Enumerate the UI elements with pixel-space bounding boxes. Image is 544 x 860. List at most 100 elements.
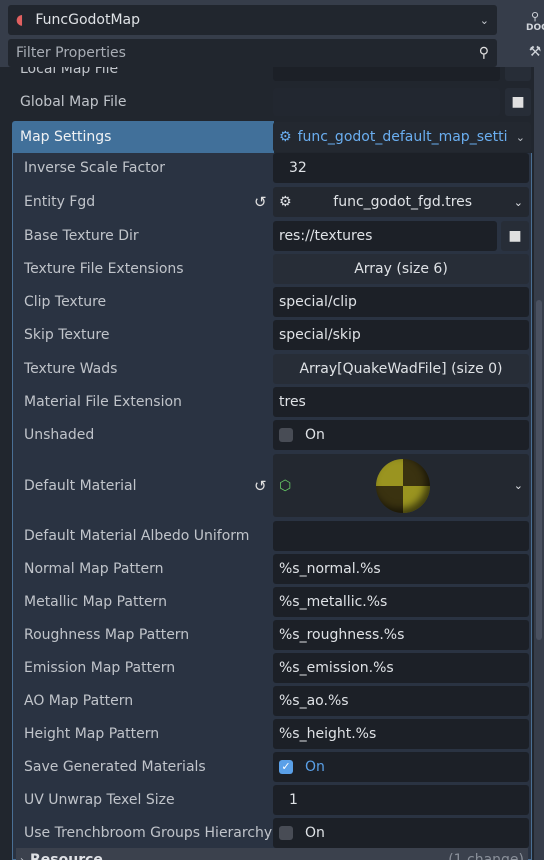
resource-section-header[interactable]: › Resource (1 change) — [16, 848, 528, 860]
chevron-down-icon[interactable]: ⌄ — [514, 196, 523, 209]
section-label: Resource — [30, 852, 103, 860]
array-button[interactable]: Array (size 6) — [273, 254, 529, 284]
value: %s_metallic.%s — [279, 594, 388, 610]
material-icon: ⬡ — [279, 477, 292, 494]
property-label: AO Map Pattern — [24, 693, 134, 709]
property-row: Texture File Extensions Array (size 6) — [0, 254, 530, 284]
array-button[interactable]: Array[QuakeWadFile] (size 0) — [273, 354, 529, 384]
property-row: Default Material ↺ ⬡ ⌄ — [0, 454, 530, 517]
text-field[interactable]: special/clip — [273, 287, 529, 317]
filter-input[interactable]: Filter Properties ⚲ — [8, 39, 497, 67]
folder-button[interactable]: ■ — [501, 221, 529, 251]
property-row: Base Texture Dir res://textures ■ — [0, 221, 530, 251]
property-label: Skip Texture — [24, 327, 110, 343]
material-picker[interactable]: ⬡ ⌄ — [273, 454, 529, 517]
doc-label: DOC — [526, 23, 544, 33]
property-label: Texture File Extensions — [24, 261, 184, 277]
revert-icon[interactable]: ↺ — [254, 477, 267, 495]
godot-resource-icon: ⚙ — [279, 194, 292, 210]
text-field[interactable]: %s_roughness.%s — [273, 620, 529, 650]
chevron-down-icon[interactable]: ⌄ — [480, 14, 489, 27]
property-label: Local Map File — [20, 67, 119, 77]
resource-name: func_godot_default_map_setti — [297, 129, 508, 145]
value: special/skip — [279, 327, 361, 343]
property-label: Save Generated Materials — [24, 759, 206, 775]
resource-picker[interactable]: ⚙ func_godot_default_map_setti ⌄ — [273, 122, 531, 152]
chevron-down-icon[interactable]: ⌄ — [514, 479, 523, 492]
revert-icon[interactable]: ↺ — [254, 193, 267, 211]
text-field[interactable] — [273, 521, 529, 551]
value: %s_height.%s — [279, 726, 377, 742]
value: Array[QuakeWadFile] (size 0) — [299, 361, 503, 377]
checkbox[interactable]: On — [273, 420, 529, 450]
path-field[interactable] — [273, 88, 500, 116]
property-label: Default Material Albedo Uniform — [24, 528, 250, 544]
property-label: Map Settings — [20, 129, 112, 145]
property-label: Default Material — [24, 477, 137, 494]
property-row: Metallic Map Pattern %s_metallic.%s — [0, 587, 530, 617]
property-label: Emission Map Pattern — [24, 660, 176, 676]
checkbox[interactable]: On — [273, 818, 529, 848]
property-row: Save Generated Materials ✓ On — [0, 752, 530, 782]
object-name: FuncGodotMap — [35, 12, 141, 28]
property-label: Use Trenchbroom Groups Hierarchy — [24, 825, 273, 841]
property-row: AO Map Pattern %s_ao.%s — [0, 686, 530, 716]
func-godot-map-icon: ◖ — [16, 12, 24, 28]
property-row: Height Map Pattern %s_height.%s — [0, 719, 530, 749]
property-row: Normal Map Pattern %s_normal.%s — [0, 554, 530, 584]
property-label: Clip Texture — [24, 294, 107, 310]
path-field[interactable]: res://textures — [273, 221, 497, 251]
property-label: Material File Extension — [24, 394, 182, 410]
path-field[interactable] — [273, 67, 500, 81]
value: %s_normal.%s — [279, 561, 381, 577]
property-label: Base Texture Dir — [24, 228, 139, 244]
value: On — [305, 759, 325, 775]
property-row: Texture Wads Array[QuakeWadFile] (size 0) — [0, 354, 530, 384]
resource-picker[interactable]: ⚙ func_godot_fgd.tres ⌄ — [273, 187, 529, 217]
tools-button[interactable]: ⚒ — [526, 44, 544, 60]
text-field[interactable]: tres — [273, 387, 529, 417]
property-label: Inverse Scale Factor — [24, 160, 165, 176]
property-label: Texture Wads — [24, 361, 118, 377]
property-row: Entity Fgd ↺ ⚙ func_godot_fgd.tres ⌄ — [0, 187, 530, 217]
text-field[interactable]: %s_height.%s — [273, 719, 529, 749]
chevron-right-icon: › — [20, 854, 24, 860]
property-label: Roughness Map Pattern — [24, 627, 190, 643]
inspector-list: Local Map File Global Map File ■ Map Set… — [0, 67, 534, 860]
value: On — [305, 427, 325, 443]
chevron-down-icon[interactable]: ⌄ — [516, 131, 525, 144]
property-global-map-file: Global Map File ■ — [0, 88, 531, 116]
value: special/clip — [279, 294, 357, 310]
folder-button[interactable] — [505, 67, 531, 81]
folder-button[interactable]: ■ — [505, 88, 531, 116]
text-field[interactable]: %s_emission.%s — [273, 653, 529, 683]
scrollbar[interactable] — [536, 300, 542, 640]
checkbox[interactable]: ✓ On — [273, 752, 529, 782]
text-field[interactable]: 32 — [273, 153, 529, 183]
text-field[interactable]: special/skip — [273, 320, 529, 350]
text-field[interactable]: %s_normal.%s — [273, 554, 529, 584]
text-field[interactable]: %s_metallic.%s — [273, 587, 529, 617]
folder-icon: ■ — [508, 228, 522, 244]
property-label: Entity Fgd — [24, 194, 96, 210]
value: %s_roughness.%s — [279, 627, 405, 643]
text-field[interactable]: %s_ao.%s — [273, 686, 529, 716]
checkbox-icon — [279, 826, 293, 840]
text-field[interactable]: 1 — [273, 785, 529, 815]
value: On — [305, 825, 325, 841]
checkbox-icon — [279, 428, 293, 442]
doc-button[interactable]: ⚲DOC — [526, 10, 544, 33]
search-icon: ⚲ — [478, 45, 489, 61]
map-settings-header[interactable]: Map Settings ⚙ func_godot_default_map_se… — [0, 121, 531, 153]
property-label: Height Map Pattern — [24, 726, 160, 742]
tools-icon: ⚒ — [528, 44, 542, 60]
property-row: Use Trenchbroom Groups Hierarchy On — [0, 818, 530, 848]
property-row: Default Material Albedo Uniform — [0, 521, 530, 551]
filter-placeholder: Filter Properties — [16, 45, 126, 61]
value: res://textures — [279, 228, 373, 244]
godot-resource-icon: ⚙ — [279, 129, 292, 145]
property-local-map-file: Local Map File — [0, 67, 531, 81]
value: Array (size 6) — [354, 261, 448, 277]
folder-icon: ■ — [511, 94, 525, 110]
object-selector[interactable]: ◖ FuncGodotMap ⌄ — [8, 5, 497, 35]
